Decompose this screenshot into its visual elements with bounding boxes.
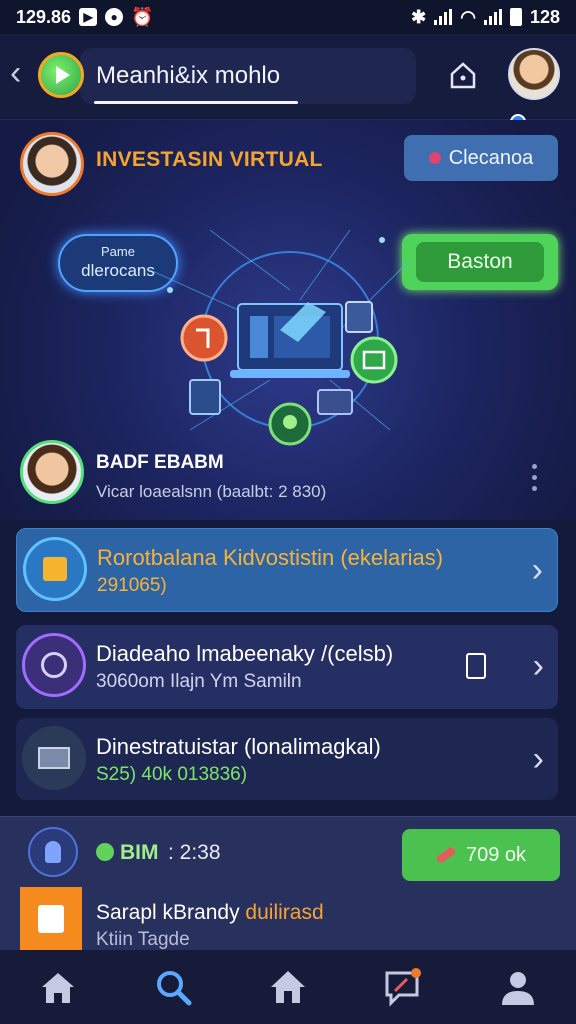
app-title: Meanhi&ix mohlo bbox=[96, 62, 281, 89]
bottom-title-orange: duilirasd bbox=[245, 901, 324, 924]
bottom-title-white: Sarapl kBrandy bbox=[96, 901, 246, 924]
online-status-icon bbox=[96, 843, 114, 861]
chevron-right-icon: › bbox=[532, 740, 544, 778]
document-icon[interactable] bbox=[20, 887, 82, 951]
search-icon bbox=[156, 971, 192, 1006]
baston-button-label: Baston bbox=[416, 242, 544, 282]
bluetooth-icon: ✱ bbox=[411, 6, 427, 27]
status-right-text: 128 bbox=[529, 6, 560, 27]
status-bar: 129.86 ▶ ● ⏰ ✱ ◠ 128 bbox=[0, 0, 576, 34]
notification-icon: ▶ bbox=[79, 8, 98, 26]
chevron-right-icon: › bbox=[532, 647, 544, 685]
bottom-nav bbox=[0, 950, 576, 1024]
status-time: 129.86 bbox=[16, 6, 72, 27]
list-item-title: Dinestratuistar (lonalimagkal) bbox=[96, 734, 381, 759]
monitor-icon bbox=[22, 726, 86, 790]
cube-icon bbox=[23, 537, 87, 601]
list-item[interactable]: Dinestratuistar (lonalimagkal) S25) 40k … bbox=[16, 718, 558, 800]
clear-button-label: Clecanoa bbox=[448, 146, 534, 169]
bottom-subtitle: Ktiin Tagde bbox=[96, 929, 190, 950]
chevron-right-icon: › bbox=[531, 551, 543, 589]
profile-name: BADF EBABM bbox=[96, 452, 224, 473]
store-icon bbox=[270, 971, 305, 1003]
profile-icon bbox=[502, 972, 535, 1005]
globe-icon bbox=[22, 633, 86, 697]
user-icon[interactable] bbox=[28, 827, 78, 877]
ok-button-label: 709 ok bbox=[465, 843, 527, 866]
host-avatar[interactable] bbox=[20, 132, 84, 196]
clear-button[interactable]: Clecanoa bbox=[404, 135, 558, 181]
nav-messages[interactable] bbox=[379, 963, 427, 1011]
bim-time: : 2:38 bbox=[168, 841, 221, 864]
settings-icon: ● bbox=[105, 8, 124, 26]
list-item-subtitle: 291065) bbox=[97, 575, 167, 596]
list-item[interactable]: Rorotbalana Kidvostistin (ekelarias) 291… bbox=[16, 528, 558, 612]
search-bar[interactable]: Meanhi&ix mohlo bbox=[80, 48, 416, 104]
bim-label: BIM bbox=[120, 841, 159, 864]
list-item-subtitle: S25) 40k 013836) bbox=[96, 764, 248, 785]
title-underline bbox=[94, 101, 298, 104]
app-bar: ‹ Meanhi&ix mohlo bbox=[0, 34, 576, 130]
nav-search[interactable] bbox=[149, 963, 197, 1011]
pen-icon bbox=[435, 845, 457, 865]
ok-button[interactable]: 709 ok bbox=[402, 829, 560, 881]
signal-icon bbox=[434, 9, 453, 25]
hero-title: INVESTASIN VIRTUAL bbox=[96, 148, 323, 171]
chat-icon bbox=[385, 968, 422, 1007]
bottom-title: Sarapl kBrandy duilirasd bbox=[96, 901, 324, 925]
profile-avatar[interactable] bbox=[20, 440, 84, 504]
heart-icon bbox=[428, 152, 441, 164]
list-item-subtitle: 3060om Ilajn Ym Samiln bbox=[96, 671, 302, 692]
signal-icon-2 bbox=[483, 9, 502, 25]
wifi-icon: ◠ bbox=[460, 6, 476, 27]
alarm-icon: ⏰ bbox=[131, 6, 154, 27]
battery-icon bbox=[509, 8, 522, 26]
bottom-panel: BIM : 2:38 709 ok Sarapl kBrandy duilira… bbox=[0, 816, 576, 951]
list-item[interactable]: Diadeaho lmabeenaky /(celsb) 3060om Ilaj… bbox=[16, 625, 558, 709]
sim-card-icon bbox=[466, 653, 486, 679]
nav-home[interactable] bbox=[34, 963, 82, 1011]
profile-subtitle: Vicar loaealsnn (baalbt: 2 830) bbox=[96, 482, 327, 501]
user-avatar[interactable] bbox=[508, 48, 560, 100]
home-icon bbox=[41, 973, 74, 1003]
nav-store[interactable] bbox=[264, 963, 312, 1011]
more-options-icon[interactable] bbox=[532, 464, 538, 497]
hero-section: INVESTASIN VIRTUAL Clecanoa Pame dleroca… bbox=[0, 120, 576, 520]
nav-profile[interactable] bbox=[494, 963, 542, 1011]
app-logo-icon bbox=[38, 52, 84, 98]
hero-illustration bbox=[150, 230, 411, 446]
back-icon[interactable]: ‹ bbox=[10, 56, 21, 90]
list-item-title: Diadeaho lmabeenaky /(celsb) bbox=[96, 641, 394, 666]
home-icon[interactable] bbox=[448, 60, 478, 90]
list-item-title: Rorotbalana Kidvostistin (ekelarias) bbox=[97, 545, 444, 570]
